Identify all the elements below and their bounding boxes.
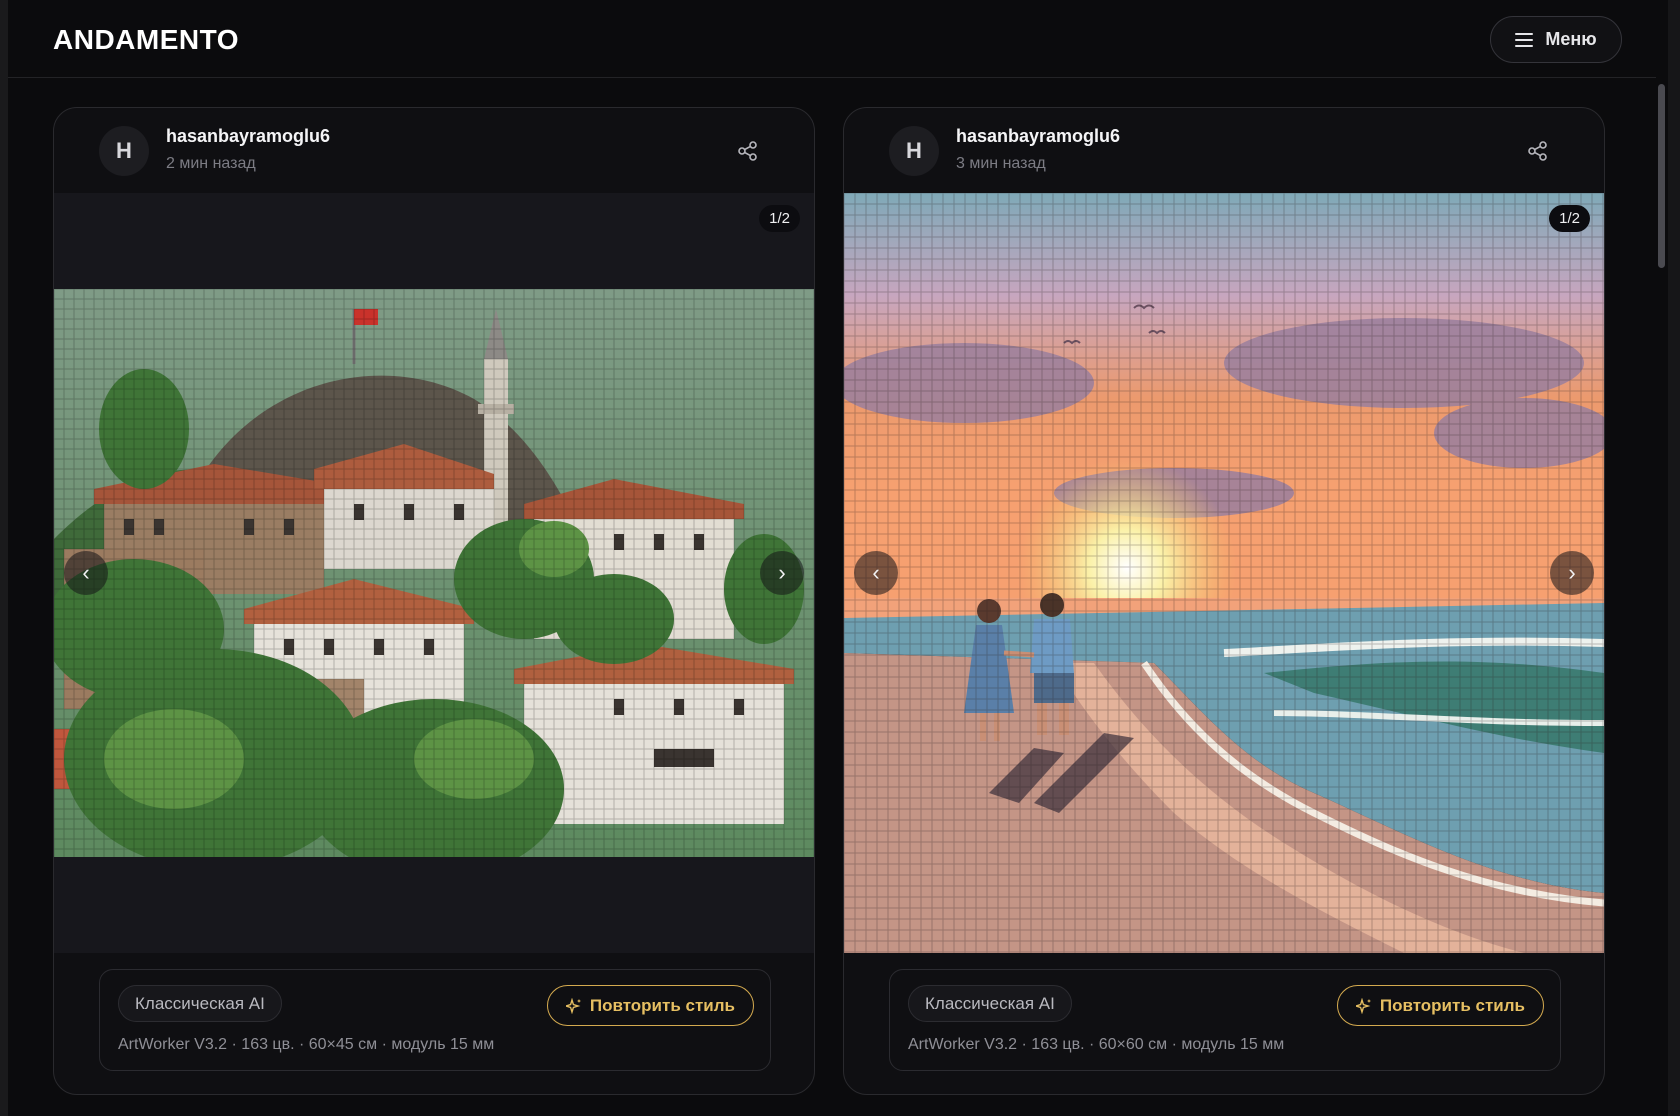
chevron-left-icon: ‹ [872,560,880,585]
post-time: 2 мин назад [166,155,256,172]
post-info-panel: Классическая AI Повторить стиль ArtWorke… [889,969,1561,1071]
next-image-button[interactable]: › [1550,551,1594,595]
next-image-button[interactable]: › [760,551,804,595]
menu-label: Меню [1545,29,1597,49]
image-counter: 1/2 [759,205,800,232]
hamburger-icon [1515,32,1534,47]
repeat-style-label: Повторить стиль [589,995,735,1015]
repeat-style-label: Повторить стиль [1379,995,1525,1015]
window-edge [0,0,8,1116]
prev-image-button[interactable]: ‹ [64,551,108,595]
chevron-right-icon: › [1568,560,1576,585]
mosaic-image-hillside-town[interactable] [54,289,814,857]
sparkle-icon [565,997,581,1014]
mosaic-image-beach-sunset[interactable] [844,193,1604,953]
post-header: H hasanbayramoglu6 3 мин назад [844,108,1604,193]
style-chip[interactable]: Классическая AI [908,985,1072,1022]
repeat-style-button[interactable]: Повторить стиль [546,985,754,1026]
share-icon[interactable] [1527,140,1549,162]
prev-image-button[interactable]: ‹ [854,551,898,595]
post-card: H hasanbayramoglu6 2 мин назад 1/2 ‹ › К… [53,107,815,1095]
menu-button[interactable]: Меню [1490,16,1622,63]
avatar[interactable]: H [99,126,149,176]
share-icon[interactable] [737,140,759,162]
image-counter: 1/2 [1549,205,1590,232]
top-bar: ANDAMENTO Меню [8,0,1656,78]
avatar[interactable]: H [889,126,939,176]
scrollbar[interactable] [1656,78,1668,1116]
chevron-right-icon: › [778,560,786,585]
window-edge [1668,0,1680,1116]
username[interactable]: hasanbayramoglu6 [956,126,1120,147]
app-logo[interactable]: ANDAMENTO [53,24,239,56]
scrollbar-thumb[interactable] [1658,84,1665,268]
post-meta: ArtWorker V3.2 · 163 цв. · 60×45 см · мо… [118,1036,495,1053]
repeat-style-button[interactable]: Повторить стиль [1336,985,1544,1026]
post-info-panel: Классическая AI Повторить стиль ArtWorke… [99,969,771,1071]
style-chip[interactable]: Классическая AI [118,985,282,1022]
post-image-carousel[interactable]: 1/2 ‹ › [54,193,814,953]
username[interactable]: hasanbayramoglu6 [166,126,330,147]
post-meta: ArtWorker V3.2 · 163 цв. · 60×60 см · мо… [908,1036,1285,1053]
post-card: H hasanbayramoglu6 3 мин назад 1/2 ‹ › К… [843,107,1605,1095]
post-header: H hasanbayramoglu6 2 мин назад [54,108,814,193]
sparkle-icon [1355,997,1371,1014]
post-time: 3 мин назад [956,155,1046,172]
post-image-carousel[interactable]: 1/2 ‹ › [844,193,1604,953]
chevron-left-icon: ‹ [82,560,90,585]
